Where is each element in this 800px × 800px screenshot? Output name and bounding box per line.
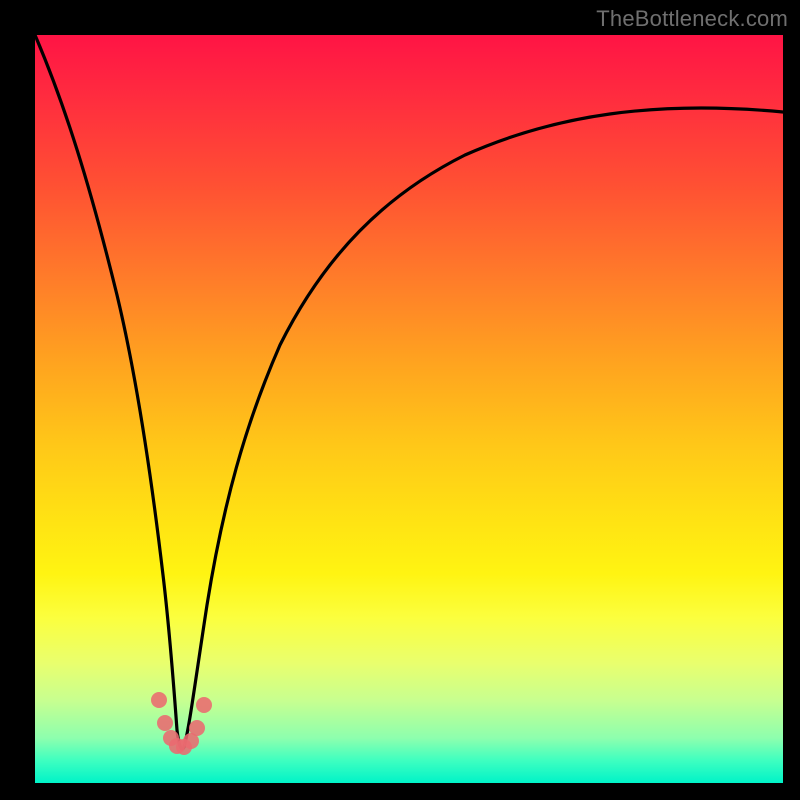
chart-plot-area: [35, 35, 783, 783]
bottleneck-curve-path: [35, 35, 783, 749]
bottleneck-curve-svg: [35, 35, 783, 783]
watermark-text: TheBottleneck.com: [596, 6, 788, 32]
minimum-marker-cluster: [151, 692, 212, 755]
chart-outer-frame: TheBottleneck.com: [0, 0, 800, 800]
